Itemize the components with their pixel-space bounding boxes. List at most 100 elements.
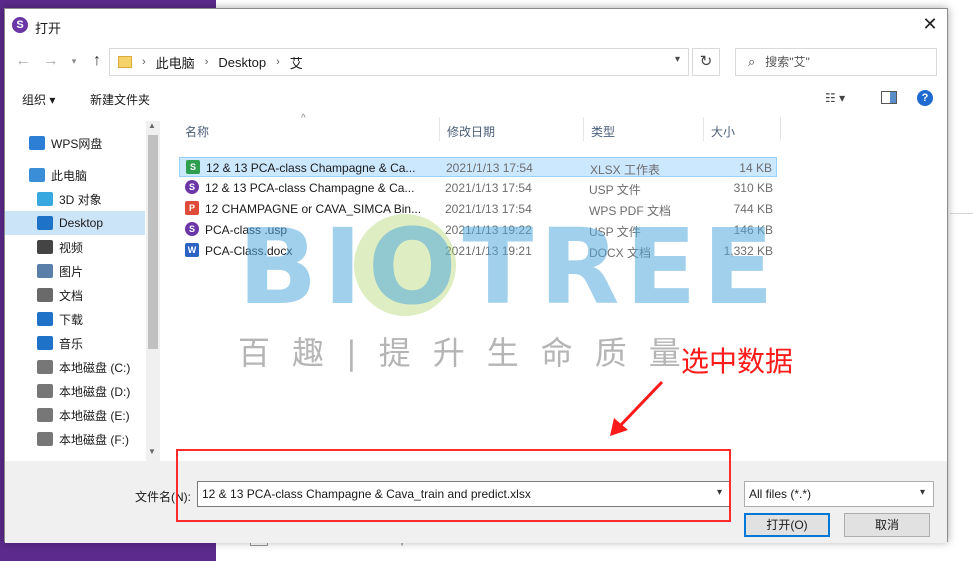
- close-button[interactable]: ✕: [919, 15, 941, 35]
- sidebar-item[interactable]: Desktop: [5, 211, 145, 235]
- column-header-date[interactable]: 修改日期: [447, 123, 495, 140]
- drive-icon: [37, 360, 53, 374]
- file-row[interactable]: W PCA-Class.docx 2021/1/13 19:21 DOCX 文档 1,3…: [179, 241, 777, 261]
- scroll-down-arrow-icon[interactable]: ▼: [148, 447, 156, 456]
- cancel-button[interactable]: 取消: [844, 513, 930, 537]
- search-icon: ⌕: [748, 54, 756, 69]
- change-view-button[interactable]: ☷ ▾: [825, 91, 845, 105]
- file-row[interactable]: S 12 & 13 PCA-class Champagne & Ca... 2021…: [179, 157, 777, 177]
- sidebar-item[interactable]: WPS网盘: [5, 131, 145, 155]
- cube-icon: [37, 192, 53, 206]
- breadcrumb-separator[interactable]: ›: [205, 56, 209, 68]
- navigation-scrollbar[interactable]: ▲ ▼: [146, 121, 160, 463]
- sidebar-item[interactable]: 本地磁盘 (F:): [5, 427, 145, 451]
- wps-app-icon: S: [12, 17, 28, 33]
- file-date: 2021/1/13 19:21: [445, 244, 532, 258]
- sidebar-item-label: 图片: [59, 264, 84, 279]
- drive-icon: [37, 384, 53, 398]
- sidebar-item-label: 本地磁盘 (E:): [59, 408, 130, 423]
- sidebar-item-label: 音乐: [59, 336, 84, 351]
- title-bar: S 打开 ✕: [5, 9, 947, 41]
- file-type: USP 文件: [589, 225, 641, 239]
- sidebar-item[interactable]: 下载: [5, 307, 145, 331]
- sidebar-item[interactable]: 此电脑: [5, 163, 145, 187]
- sidebar-item[interactable]: 音乐: [5, 331, 145, 355]
- scrollbar-thumb[interactable]: [148, 135, 158, 349]
- new-folder-button[interactable]: 新建文件夹: [90, 91, 150, 108]
- sidebar-item-label: Desktop: [59, 216, 104, 230]
- file-type: XLSX 工作表: [590, 163, 661, 177]
- document-icon: [37, 288, 53, 302]
- usp-icon: S: [185, 180, 199, 194]
- sidebar-item-label: 本地磁盘 (F:): [59, 432, 129, 447]
- search-input[interactable]: [765, 55, 926, 69]
- file-list: ^ 名称 修改日期 类型 大小 S 12 & 13 PCA-class Champ…: [177, 113, 781, 457]
- folder-icon: [118, 56, 132, 68]
- file-row[interactable]: P 12 CHAMPAGNE or CAVA_SIMCA Bin... 2021/1…: [179, 199, 777, 219]
- sidebar-item[interactable]: 本地磁盘 (E:): [5, 403, 145, 427]
- file-type: USP 文件: [589, 183, 641, 197]
- file-name: 12 & 13 PCA-class Champagne & Ca...: [205, 181, 415, 195]
- file-name: PCA-Class.docx: [205, 244, 293, 258]
- docx-icon: W: [185, 243, 199, 257]
- file-date: 2021/1/13 17:54: [446, 161, 533, 175]
- column-header-size[interactable]: 大小: [711, 123, 735, 140]
- sort-ascending-icon: ^: [301, 113, 306, 124]
- annotation-label: 选中数据: [681, 345, 794, 378]
- sidebar-item-label: 此电脑: [51, 168, 88, 183]
- sidebar-item-label: 文档: [59, 288, 84, 303]
- file-row[interactable]: S 12 & 13 PCA-class Champagne & Ca... 2021…: [179, 178, 777, 198]
- column-header-type[interactable]: 类型: [591, 123, 615, 140]
- pdf-icon: P: [185, 201, 199, 215]
- column-divider[interactable]: [439, 117, 440, 141]
- file-type-select[interactable]: All files (*.*) ▾: [744, 481, 934, 507]
- breadcrumb-this-pc[interactable]: 此电脑: [156, 53, 195, 72]
- file-name: PCA-class .usp: [205, 223, 288, 237]
- dialog-title: 打开: [35, 21, 62, 36]
- address-dropdown-chevron-icon[interactable]: ▾: [675, 54, 680, 65]
- drive-icon: [37, 408, 53, 422]
- back-arrow-icon[interactable]: ←: [13, 51, 33, 71]
- column-divider[interactable]: [703, 117, 704, 141]
- sidebar-item[interactable]: 本地磁盘 (D:): [5, 379, 145, 403]
- filename-history-chevron-icon[interactable]: ▾: [717, 487, 722, 498]
- background-divider: [950, 213, 973, 214]
- download-icon: [37, 312, 53, 326]
- desktop-icon: [37, 216, 53, 230]
- column-divider[interactable]: [583, 117, 584, 141]
- sidebar-item[interactable]: 本地磁盘 (C:): [5, 355, 145, 379]
- recent-locations-chevron-icon[interactable]: ▾: [64, 51, 84, 71]
- drive-icon: [37, 432, 53, 446]
- sidebar-item[interactable]: 文档: [5, 283, 145, 307]
- file-type: WPS PDF 文档: [589, 204, 672, 218]
- scroll-up-arrow-icon[interactable]: ▲: [148, 121, 156, 130]
- sidebar-item[interactable]: 视频: [5, 235, 145, 259]
- search-box[interactable]: ⌕: [735, 48, 937, 76]
- file-row[interactable]: S PCA-class .usp 2021/1/13 19:22 USP 文件 146 …: [179, 220, 777, 240]
- sidebar-item[interactable]: 图片: [5, 259, 145, 283]
- file-size: 310 KB: [733, 181, 773, 195]
- navigation-row: ← → ▾ ↑ › 此电脑 › Desktop › 艾 ▾ ↻ ⌕: [5, 45, 947, 77]
- open-button[interactable]: 打开(O): [744, 513, 830, 537]
- address-bar[interactable]: › 此电脑 › Desktop › 艾 ▾: [109, 48, 689, 76]
- video-icon: [37, 240, 53, 254]
- breadcrumb-separator[interactable]: ›: [276, 56, 280, 68]
- filename-label: 文件名(N):: [135, 490, 191, 504]
- filename-input[interactable]: [197, 481, 730, 507]
- up-arrow-icon[interactable]: ↑: [87, 51, 107, 71]
- breadcrumb-desktop[interactable]: Desktop: [218, 55, 266, 70]
- file-size: 146 KB: [733, 223, 773, 237]
- organize-button[interactable]: 组织 ▾: [22, 91, 55, 108]
- navigation-pane: WPS网盘 此电脑 3D 对象 Desktop 视频 图片 文档 下载 音乐 本地磁盘 (C:) 本…: [5, 117, 160, 463]
- usp-icon: S: [185, 222, 199, 236]
- sidebar-item[interactable]: 3D 对象: [5, 187, 145, 211]
- preview-pane-icon[interactable]: [881, 91, 897, 104]
- refresh-button[interactable]: ↻: [692, 48, 720, 76]
- forward-arrow-icon[interactable]: →: [41, 51, 61, 71]
- sidebar-item-label: 下载: [59, 312, 84, 327]
- help-icon[interactable]: ?: [917, 90, 933, 106]
- column-header-name[interactable]: 名称: [185, 123, 209, 140]
- breadcrumb-current-folder[interactable]: 艾: [290, 53, 303, 72]
- file-list-header: ^ 名称 修改日期 类型 大小: [177, 113, 781, 141]
- file-date: 2021/1/13 17:54: [445, 181, 532, 195]
